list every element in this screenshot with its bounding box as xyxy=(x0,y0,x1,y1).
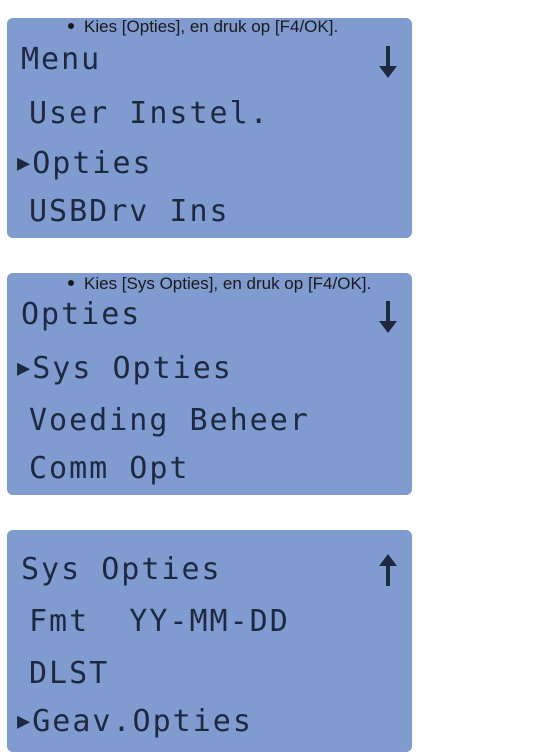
selection-pointer-icon: ▶ xyxy=(17,709,31,734)
menu-item-dlst[interactable]: DLST xyxy=(29,656,109,692)
menu-item-user-instel[interactable]: User Instel. xyxy=(29,96,270,132)
selection-pointer-icon: ▶ xyxy=(17,356,31,381)
lcd-screen-menu: Menu User Instel. ▶Opties USBDrv Ins xyxy=(7,18,412,238)
screen-title: Menu xyxy=(21,42,102,77)
up-arrow-icon xyxy=(376,552,400,588)
menu-item-usbdrv-ins[interactable]: USBDrv Ins xyxy=(29,194,230,230)
down-arrow-icon xyxy=(376,44,400,80)
selection-pointer-icon: ▶ xyxy=(17,151,31,176)
bullet-icon xyxy=(68,280,74,286)
menu-item-label: Fmt YY-MM-DD xyxy=(29,604,290,639)
screen-title: Sys Opties xyxy=(21,552,222,587)
menu-item-label: Voeding Beheer xyxy=(29,403,310,438)
instruction-text: Kies [Opties], en druk op [F4/OK]. xyxy=(84,17,339,36)
menu-item-label: Opties xyxy=(32,146,153,181)
menu-item-label: DLST xyxy=(29,656,110,691)
down-arrow-icon xyxy=(376,299,400,335)
menu-item-label: User Instel. xyxy=(29,96,270,131)
menu-item-voeding-beheer[interactable]: Voeding Beheer xyxy=(29,403,310,439)
lcd-screen-sys-opties: Sys Opties Fmt YY-MM-DD DLST ▶Geav.Optie… xyxy=(7,530,412,752)
menu-item-label: Sys Opties xyxy=(32,351,233,386)
screen-title: Opties xyxy=(21,297,142,332)
instruction-text: Kies [Sys Opties], en druk op [F4/OK]. xyxy=(84,274,372,293)
instruction-step-2: Kies [Sys Opties], en druk op [F4/OK]. xyxy=(68,274,371,294)
menu-item-comm-opt[interactable]: Comm Opt xyxy=(29,451,190,487)
bullet-icon xyxy=(68,23,74,29)
menu-item-label: Geav.Opties xyxy=(32,704,253,739)
menu-item-label: USBDrv Ins xyxy=(29,194,230,229)
menu-item-geav-opties[interactable]: ▶Geav.Opties xyxy=(17,704,253,743)
instruction-step-1: Kies [Opties], en druk op [F4/OK]. xyxy=(68,17,338,37)
menu-item-fmt[interactable]: Fmt YY-MM-DD xyxy=(29,604,290,640)
menu-item-opties[interactable]: ▶Opties xyxy=(17,146,153,185)
lcd-screen-opties: Opties ▶Sys Opties Voeding Beheer Comm O… xyxy=(7,273,412,495)
menu-item-sys-opties[interactable]: ▶Sys Opties xyxy=(17,351,233,390)
menu-item-label: Comm Opt xyxy=(29,451,190,486)
